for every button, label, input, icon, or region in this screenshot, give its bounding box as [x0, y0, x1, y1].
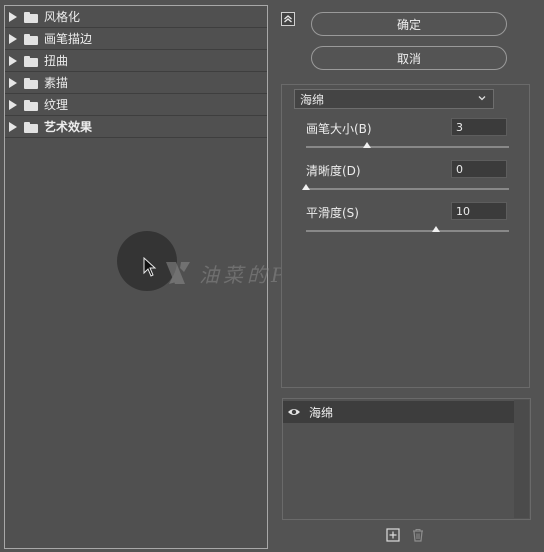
new-effect-layer-icon[interactable] — [386, 528, 400, 542]
category-label: 风格化 — [44, 10, 81, 24]
definition-label: 清晰度(D) — [306, 164, 361, 178]
expand-triangle-icon[interactable] — [9, 33, 17, 44]
folder-icon — [24, 77, 38, 89]
category-label: 素描 — [44, 76, 69, 90]
collapse-panel-button[interactable] — [281, 12, 295, 26]
folder-icon — [24, 33, 38, 45]
category-label: 画笔描边 — [44, 32, 93, 46]
smoothness-slider[interactable] — [306, 230, 509, 232]
visibility-toggle[interactable] — [283, 401, 305, 423]
smoothness-input[interactable] — [451, 202, 507, 220]
definition-input[interactable] — [451, 160, 507, 178]
expand-triangle-icon[interactable] — [9, 55, 17, 66]
category-label: 扭曲 — [44, 54, 69, 68]
collapse-up-icon — [284, 15, 292, 23]
smoothness-slider-thumb[interactable] — [431, 226, 440, 232]
category-distort[interactable]: 扭曲 — [5, 50, 267, 72]
category-artistic[interactable]: 艺术效果 — [5, 116, 267, 138]
expand-triangle-icon[interactable] — [9, 121, 17, 132]
chevron-down-icon — [478, 96, 486, 101]
brush-size-slider[interactable] — [306, 146, 509, 148]
brush-size-slider-thumb[interactable] — [362, 142, 371, 148]
brush-size-input[interactable] — [451, 118, 507, 136]
category-texture[interactable]: 纹理 — [5, 94, 267, 116]
folder-icon — [24, 55, 38, 67]
effect-layer-row[interactable]: 海绵 — [283, 401, 514, 423]
category-sketch[interactable]: 素描 — [5, 72, 267, 94]
expand-triangle-icon[interactable] — [9, 99, 17, 110]
layers-scrollbar[interactable] — [514, 400, 529, 518]
smoothness-label: 平滑度(S) — [306, 206, 359, 220]
folder-icon — [24, 99, 38, 111]
brush-size-label: 画笔大小(B) — [306, 122, 372, 136]
filter-select-value: 海绵 — [300, 92, 325, 107]
ok-button[interactable]: 确定 — [311, 12, 507, 36]
filter-select[interactable]: 海绵 — [294, 89, 494, 109]
eye-icon — [288, 409, 300, 415]
mouse-pointer-icon — [143, 257, 157, 277]
definition-slider[interactable] — [306, 188, 509, 190]
watermark-logo — [166, 262, 190, 284]
category-label: 艺术效果 — [44, 120, 93, 134]
effect-layer-name: 海绵 — [309, 405, 334, 420]
expand-triangle-icon[interactable] — [9, 11, 17, 22]
definition-slider-thumb[interactable] — [302, 184, 310, 190]
category-stylize[interactable]: 风格化 — [5, 6, 267, 28]
category-label: 纹理 — [44, 98, 69, 112]
trash-icon[interactable] — [411, 528, 425, 542]
folder-icon — [24, 121, 38, 133]
category-brush-strokes[interactable]: 画笔描边 — [5, 28, 267, 50]
folder-icon — [24, 11, 38, 23]
expand-triangle-icon[interactable] — [9, 77, 17, 88]
cancel-button[interactable]: 取消 — [311, 46, 507, 70]
